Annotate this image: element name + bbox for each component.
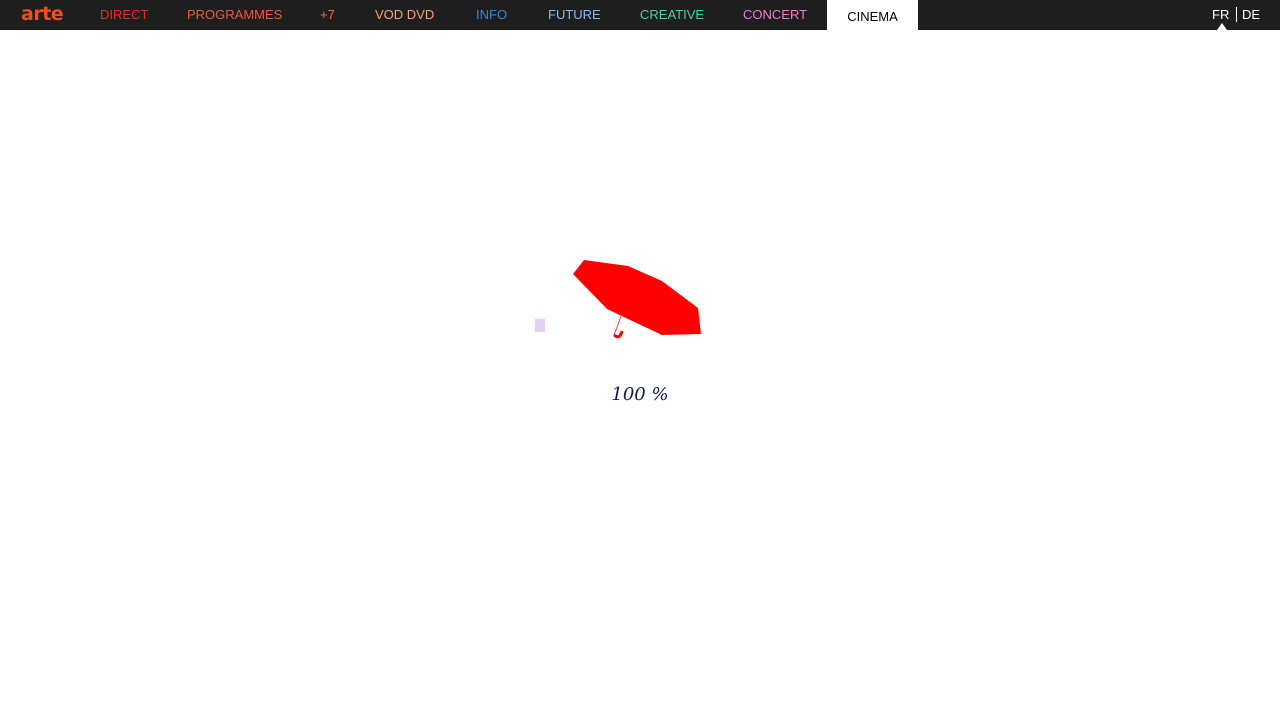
loading-indicator: 100 % [530, 250, 750, 420]
nav-item-plus7[interactable]: +7 [320, 7, 335, 22]
nav-item-concert[interactable]: CONCERT [743, 7, 807, 22]
nav-item-direct[interactable]: DIRECT [100, 7, 148, 22]
top-navigation-bar: arte DIRECT PROGRAMMES +7 VOD DVD INFO F… [0, 0, 1280, 30]
language-de[interactable]: DE [1242, 7, 1260, 22]
loading-square-icon [535, 319, 545, 332]
nav-item-cinema[interactable]: CINEMA [827, 0, 918, 30]
nav-item-vod-dvd[interactable]: VOD DVD [375, 7, 434, 22]
umbrella-icon [535, 260, 701, 339]
language-fr[interactable]: FR [1212, 7, 1229, 22]
active-language-caret-icon [1217, 23, 1227, 30]
nav-item-info[interactable]: INFO [476, 7, 507, 22]
progress-percent: 100 % [611, 384, 669, 405]
nav-item-future[interactable]: FUTURE [548, 7, 601, 22]
arte-logo[interactable]: arte [21, 5, 64, 24]
language-separator [1236, 7, 1237, 22]
nav-item-programmes[interactable]: PROGRAMMES [187, 7, 282, 22]
nav-item-creative[interactable]: CREATIVE [640, 7, 704, 22]
